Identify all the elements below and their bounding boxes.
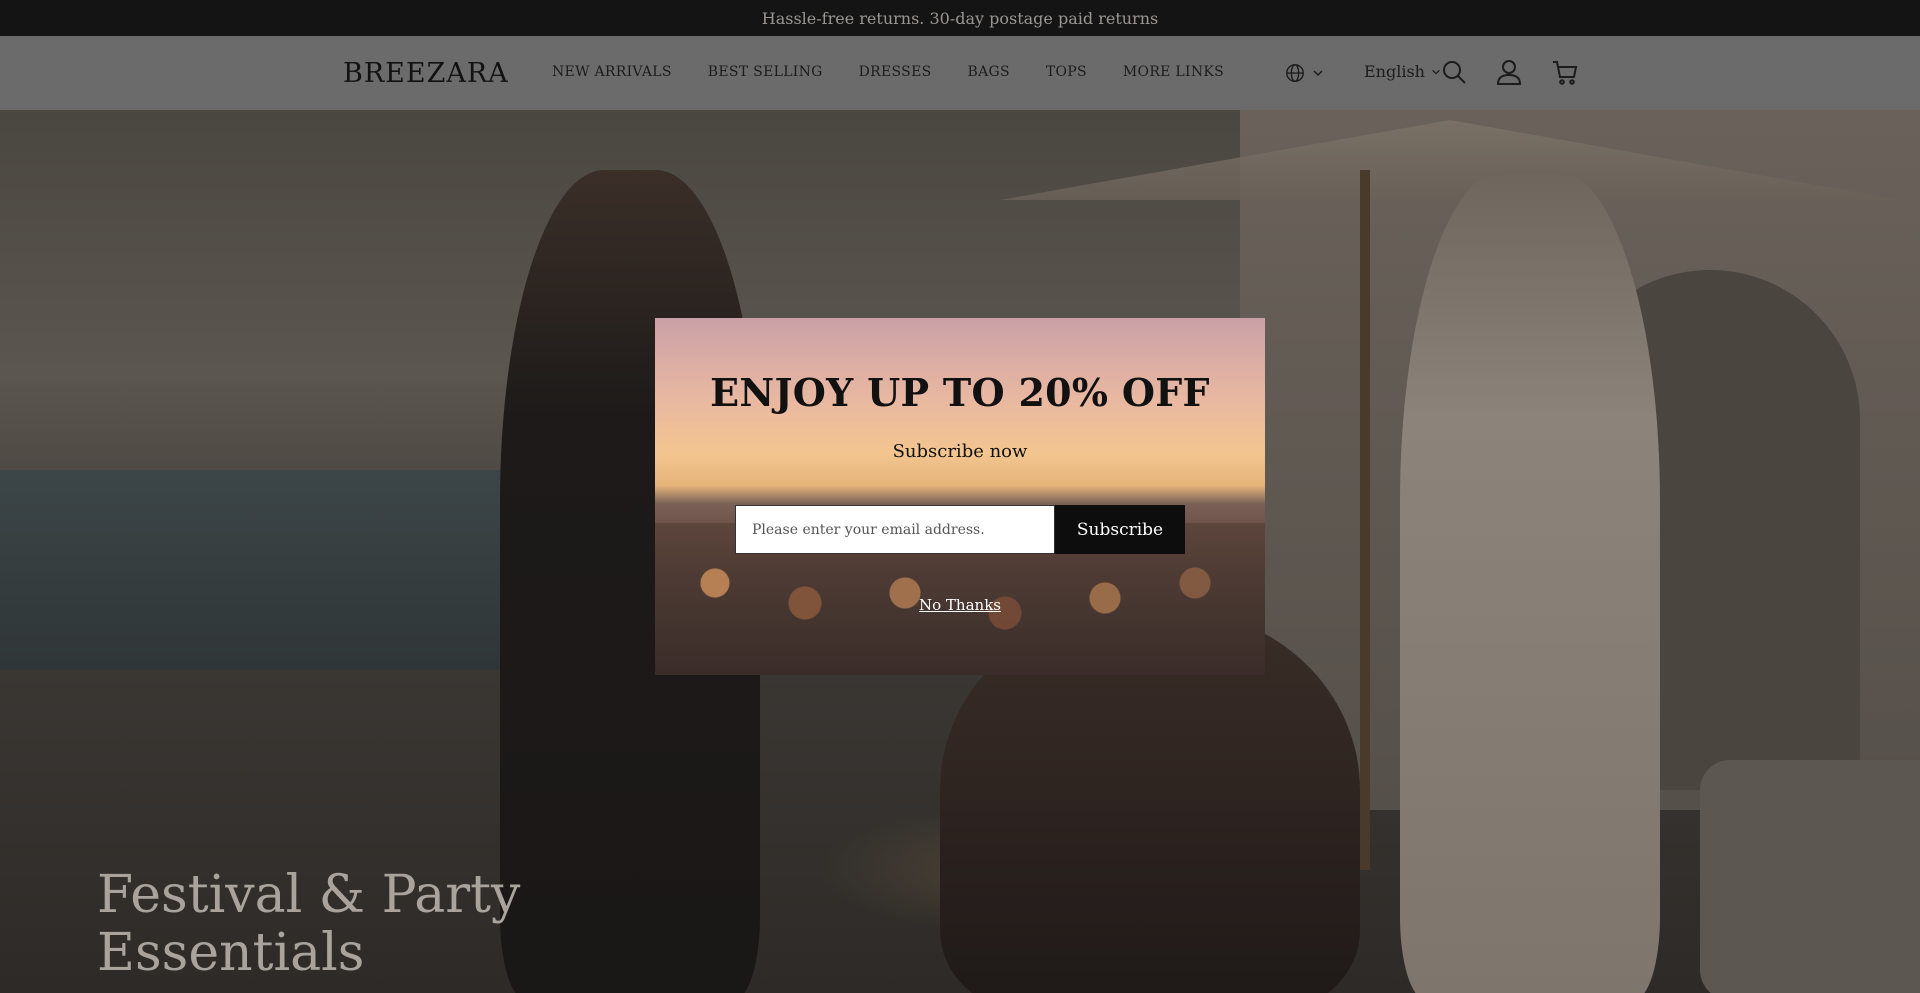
nav-tops[interactable]: TOPS [1046, 64, 1087, 80]
hero-title: Festival & Party Essentials [97, 866, 520, 982]
site-header: BREEZARA NEW ARRIVALS BEST SELLING DRESS… [0, 36, 1920, 110]
hero-title-line-1: Festival & Party [97, 865, 521, 925]
logo[interactable]: BREEZARA [343, 58, 509, 89]
country-selector[interactable] [1284, 62, 1324, 84]
chevron-down-icon [1313, 70, 1323, 77]
announcement-bar: Hassle-free returns. 30-day postage paid… [0, 0, 1920, 36]
no-thanks-link[interactable]: No Thanks [655, 596, 1265, 614]
hero-sofa [1700, 760, 1920, 993]
globe-icon [1286, 64, 1304, 82]
language-selector[interactable]: English [1364, 62, 1441, 81]
hero-umbrella-pole [1360, 170, 1370, 870]
subscribe-button[interactable]: Subscribe [1055, 505, 1185, 554]
popup-subtitle: Subscribe now [892, 441, 1028, 462]
hero-model-right [1400, 170, 1660, 993]
subscribe-popup: ENJOY UP TO 20% OFF Subscribe now Subscr… [655, 318, 1265, 675]
language-label: English [1364, 62, 1425, 81]
search-icon[interactable] [1440, 58, 1468, 86]
email-input[interactable] [735, 505, 1055, 554]
nav-dresses[interactable]: DRESSES [859, 64, 932, 80]
hero-title-line-2: Essentials [97, 923, 365, 983]
nav-new-arrivals[interactable]: NEW ARRIVALS [552, 64, 672, 80]
nav-best-selling[interactable]: BEST SELLING [708, 64, 823, 80]
account-icon[interactable] [1495, 58, 1523, 86]
main-nav: NEW ARRIVALS BEST SELLING DRESSES BAGS T… [552, 64, 1224, 80]
popup-title: ENJOY UP TO 20% OFF [710, 370, 1210, 415]
announcement-text: Hassle-free returns. 30-day postage paid… [761, 8, 1159, 28]
nav-more-links[interactable]: MORE LINKS [1123, 64, 1224, 80]
cart-icon[interactable] [1551, 58, 1579, 86]
nav-bags[interactable]: BAGS [968, 64, 1010, 80]
